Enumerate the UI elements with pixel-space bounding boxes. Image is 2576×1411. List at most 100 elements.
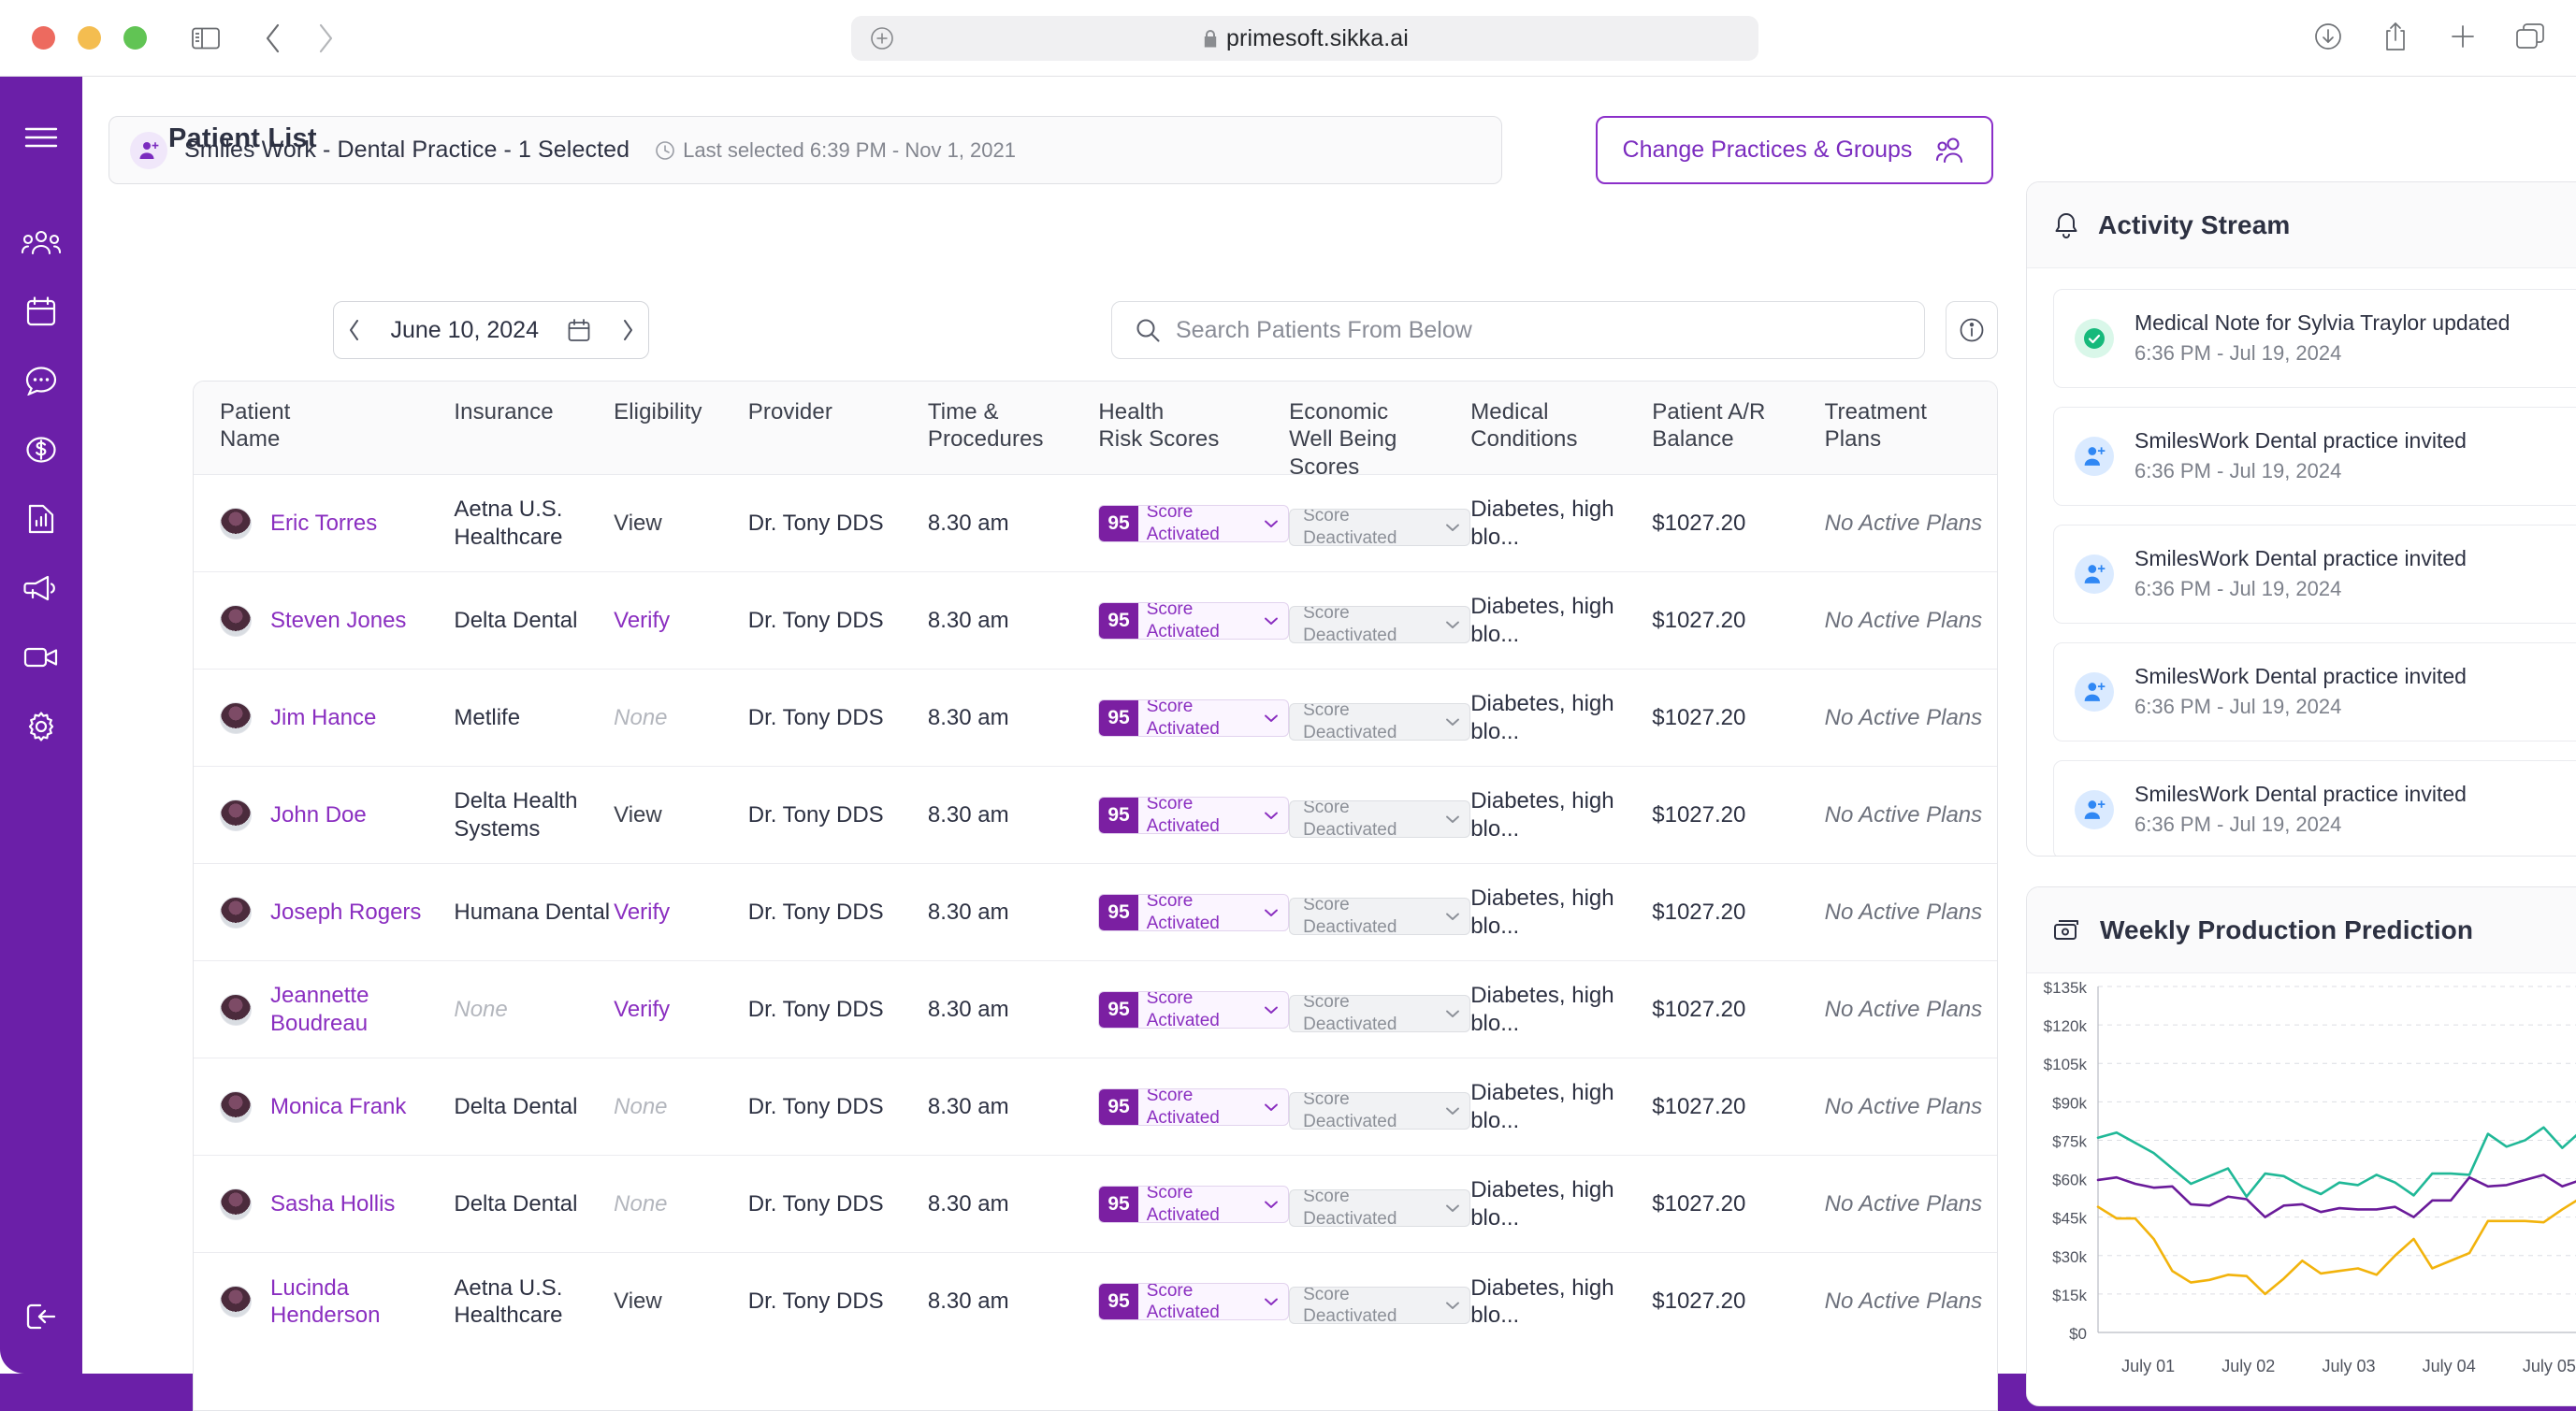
health-score-chip[interactable]: 95 Score Activated [1098, 1087, 1290, 1126]
economic-score-chip[interactable]: Score Deactivated [1289, 605, 1471, 643]
table-row[interactable]: John Doe Delta Health Systems View Dr. Tony… [194, 767, 1997, 864]
economic-score-chip[interactable]: Score Deactivated [1289, 799, 1471, 838]
activity-list[interactable]: Medical Note for Sylvia Traylor updated 6… [2027, 268, 2576, 856]
maximize-window-button[interactable] [123, 26, 147, 50]
chevron-down-icon[interactable] [1444, 1105, 1469, 1116]
activity-item[interactable]: SmilesWork Dental practice invited 6:36 P… [2053, 642, 2576, 742]
table-row[interactable]: Lucinda Henderson Aetna U.S. Healthcare Vi… [194, 1253, 1997, 1350]
chevron-down-icon[interactable] [1263, 810, 1288, 821]
y-axis-tick-label: $90k [2052, 1094, 2087, 1112]
address-bar[interactable]: primesoft.sikka.ai [851, 16, 1758, 61]
cell-eligibility[interactable]: View [614, 1288, 748, 1315]
change-practices-button[interactable]: Change Practices & Groups [1596, 116, 1993, 184]
economic-score-chip[interactable]: Score Deactivated [1289, 897, 1471, 935]
cell-eligibility[interactable]: Verify [614, 996, 748, 1023]
economic-score-chip[interactable]: Score Deactivated [1289, 508, 1471, 546]
health-score-chip[interactable]: 95 Score Activated [1098, 698, 1290, 737]
patient-name-link[interactable]: Jim Hance [270, 704, 376, 731]
cell-eligibility[interactable]: Verify [614, 899, 748, 926]
search-input[interactable] [1176, 316, 1909, 344]
sidebar-item-video[interactable] [0, 623, 82, 692]
chevron-down-icon[interactable] [1444, 716, 1469, 727]
chevron-down-icon[interactable] [1444, 1008, 1469, 1019]
table-row[interactable]: Joseph Rogers Humana Dental Verify Dr. Tony… [194, 864, 1997, 961]
patient-name-link[interactable]: Eric Torres [270, 510, 377, 537]
cell-eligibility[interactable]: View [614, 801, 748, 828]
cell-eligibility[interactable]: Verify [614, 607, 748, 634]
hamburger-icon[interactable] [0, 103, 82, 172]
chevron-down-icon[interactable] [1444, 522, 1469, 533]
search-box[interactable] [1111, 301, 1925, 359]
patient-name-link[interactable]: Monica Frank [270, 1093, 406, 1120]
sidebar-item-marketing[interactable] [0, 554, 82, 623]
sidebar-item-messages[interactable] [0, 346, 82, 415]
health-score-chip[interactable]: 95 Score Activated [1098, 1283, 1290, 1320]
practice-selector-bar[interactable]: Smiles Work - Dental Practice - 1 Select… [109, 116, 1502, 184]
patient-name-link[interactable]: Steven Jones [270, 607, 406, 634]
chevron-down-icon[interactable] [1444, 911, 1469, 922]
economic-score-chip[interactable]: Score Deactivated [1289, 994, 1471, 1032]
chevron-down-icon[interactable] [1263, 1296, 1288, 1307]
health-score-chip[interactable]: 95 Score Activated [1098, 504, 1290, 542]
sidebar-toggle-icon[interactable] [184, 17, 227, 60]
table-row[interactable]: Jim Hance Metlife None Dr. Tony DDS 8.30 am 9… [194, 670, 1997, 767]
browser-forward-button[interactable] [304, 17, 347, 60]
browser-back-button[interactable] [252, 17, 295, 60]
table-row[interactable]: Sasha Hollis Delta Dental None Dr. Tony DDS… [194, 1156, 1997, 1253]
chevron-down-icon[interactable] [1263, 518, 1288, 529]
date-prev-button[interactable] [347, 318, 362, 342]
add-tab-icon[interactable] [870, 26, 894, 50]
economic-score-chip[interactable]: Score Deactivated [1289, 1091, 1471, 1130]
chevron-down-icon[interactable] [1444, 1300, 1469, 1311]
chevron-down-icon[interactable] [1263, 615, 1288, 626]
health-score-chip[interactable]: 95 Score Activated [1098, 796, 1290, 834]
chevron-down-icon[interactable] [1263, 1101, 1288, 1113]
logout-icon[interactable] [0, 1282, 82, 1351]
share-icon[interactable] [2374, 15, 2417, 58]
patient-name-link[interactable]: Jeannette Boudreau [270, 982, 454, 1037]
health-score-chip[interactable]: 95 Score Activated [1098, 1185, 1290, 1223]
health-score-chip[interactable]: 95 Score Activated [1098, 893, 1290, 931]
cell-eligibility[interactable]: View [614, 510, 748, 537]
calendar-icon[interactable] [567, 318, 591, 342]
chevron-down-icon[interactable] [1444, 1202, 1469, 1214]
chevron-down-icon[interactable] [1263, 713, 1288, 724]
patient-name-link[interactable]: Joseph Rogers [270, 899, 421, 926]
economic-score-chip[interactable]: Score Deactivated [1289, 1287, 1471, 1325]
activity-item[interactable]: SmilesWork Dental practice invited 6:36 P… [2053, 760, 2576, 856]
chevron-down-icon[interactable] [1444, 619, 1469, 630]
sidebar-item-settings[interactable] [0, 692, 82, 761]
activity-item[interactable]: Medical Note for Sylvia Traylor updated 6… [2053, 289, 2576, 389]
chevron-down-icon[interactable] [1263, 1199, 1288, 1210]
cell-medical-conditions: Diabetes, high blo... [1470, 594, 1614, 647]
sidebar-item-billing[interactable] [0, 415, 82, 484]
person-add-icon [2075, 672, 2114, 713]
plus-icon[interactable] [2441, 15, 2484, 58]
sidebar-item-reports[interactable] [0, 484, 82, 554]
table-row[interactable]: Monica Frank Delta Dental None Dr. Tony DDS… [194, 1058, 1997, 1156]
tab-overview-icon[interactable] [2509, 15, 2552, 58]
sidebar-item-patients[interactable] [0, 208, 82, 277]
chevron-down-icon[interactable] [1263, 907, 1288, 918]
activity-item[interactable]: SmilesWork Dental practice invited 6:36 P… [2053, 407, 2576, 507]
patient-name-link[interactable]: John Doe [270, 801, 367, 828]
minimize-window-button[interactable] [78, 26, 101, 50]
chevron-down-icon[interactable] [1444, 813, 1469, 825]
sidebar-item-calendar[interactable] [0, 277, 82, 346]
health-score-chip[interactable]: 95 Score Activated [1098, 601, 1290, 640]
patient-name-link[interactable]: Sasha Hollis [270, 1190, 395, 1217]
patient-name-link[interactable]: Lucinda Henderson [270, 1274, 454, 1330]
activity-item[interactable]: SmilesWork Dental practice invited 6:36 P… [2053, 525, 2576, 625]
table-row[interactable]: Jeannette Boudreau None Verify Dr. Tony DDS… [194, 961, 1997, 1058]
info-icon[interactable] [1946, 301, 1998, 359]
table-row[interactable]: Steven Jones Delta Dental Verify Dr. Tony D… [194, 572, 1997, 670]
chevron-down-icon[interactable] [1263, 1004, 1288, 1015]
table-row[interactable]: Eric Torres Aetna U.S. Healthcare View Dr. … [194, 475, 1997, 572]
health-score-chip[interactable]: 95 Score Activated [1098, 990, 1290, 1029]
economic-score-chip[interactable]: Score Deactivated [1289, 702, 1471, 741]
economic-score-chip[interactable]: Score Deactivated [1289, 1188, 1471, 1227]
date-next-button[interactable] [620, 318, 635, 342]
close-window-button[interactable] [32, 26, 55, 50]
download-icon[interactable] [2307, 15, 2350, 58]
date-navigator[interactable]: June 10, 2024 [333, 301, 649, 359]
